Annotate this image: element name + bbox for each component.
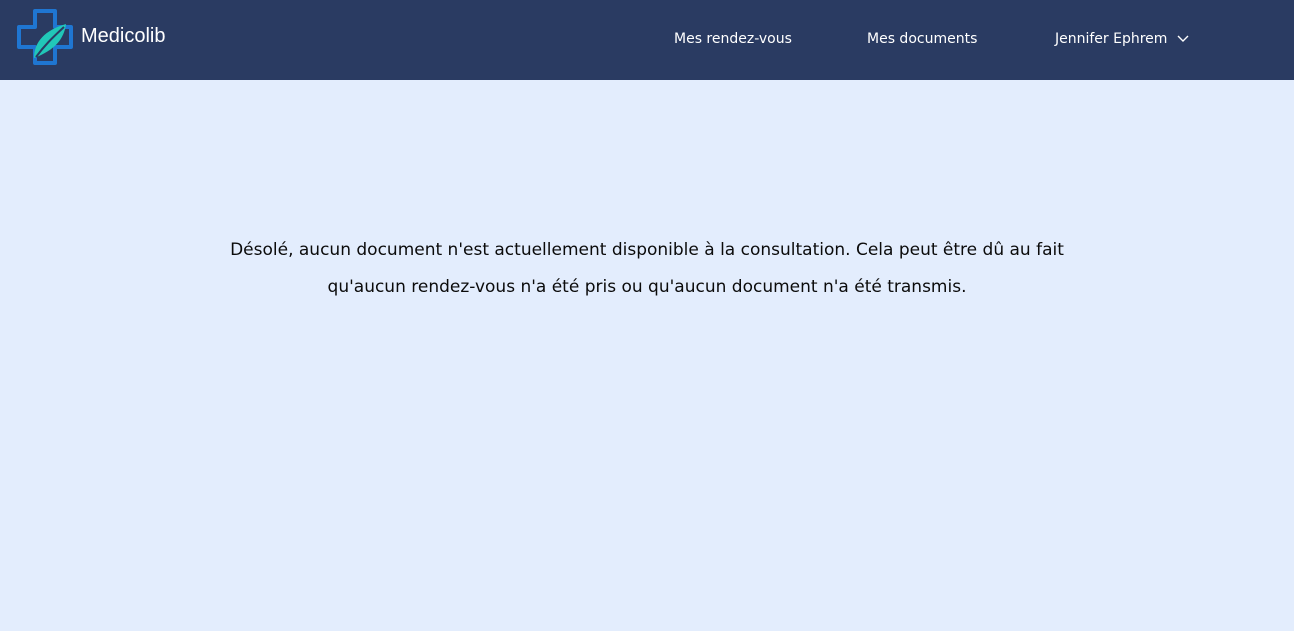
nav-link-appointments[interactable]: Mes rendez-vous [674, 30, 792, 48]
medical-cross-leaf-icon [17, 9, 73, 65]
brand-name: Medicolib [81, 25, 166, 47]
user-name: Jennifer Ephrem [1055, 31, 1168, 47]
documents-page: Désolé, aucun document n'est actuellemen… [0, 80, 1294, 631]
chevron-down-icon [1177, 35, 1189, 42]
user-menu-toggle[interactable]: Jennifer Ephrem [1055, 30, 1189, 48]
nav-link-documents[interactable]: Mes documents [867, 30, 977, 48]
empty-state-message: Désolé, aucun document n'est actuellemen… [230, 240, 1064, 297]
top-navbar: Medicolib Mes rendez-vous Mes documents … [0, 0, 1294, 80]
brand-home-link[interactable]: Medicolib [14, 8, 165, 68]
